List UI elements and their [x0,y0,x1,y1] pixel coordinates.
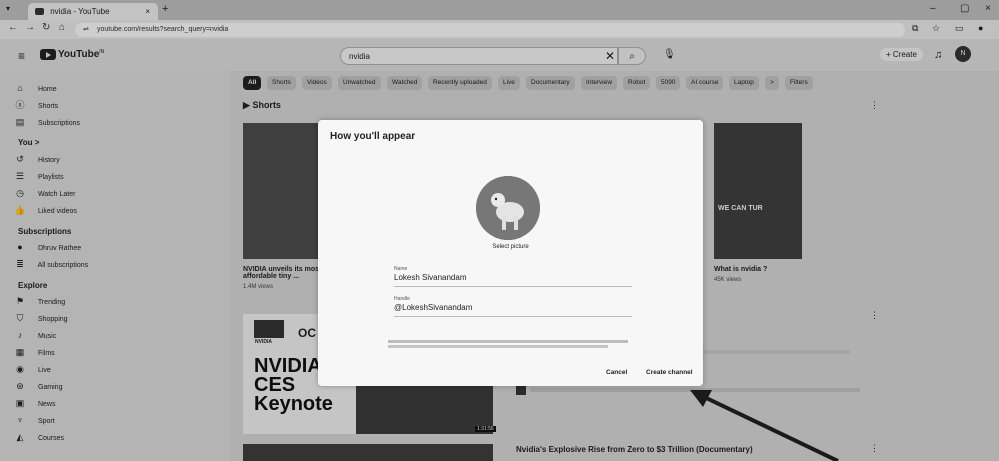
annotation-arrow [690,390,839,461]
arrow-shaft [699,393,839,461]
